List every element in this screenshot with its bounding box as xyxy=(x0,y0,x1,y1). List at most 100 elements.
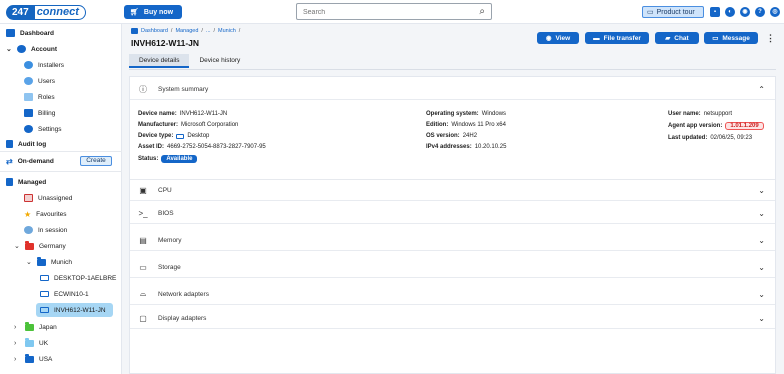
manufacturer-label: Manufacturer: xyxy=(138,122,179,128)
os-version-label: OS version: xyxy=(426,133,460,139)
section-storage[interactable]: ▭ Storage ⌄ xyxy=(130,257,775,278)
user-name-row: User name: netsupport xyxy=(668,111,732,117)
buy-now-button[interactable]: 🛒︎ Buy now xyxy=(124,5,182,19)
section-display-adapters[interactable]: ▢ Display adapters ⌄ xyxy=(130,308,775,329)
sidebar-item-device[interactable]: DESKTOP-1AELBRE xyxy=(40,271,116,285)
chevron-right-icon: › xyxy=(14,339,17,347)
sidebar-item-audit-log[interactable]: Audit log xyxy=(6,137,46,151)
sidebar-item-label: Audit log xyxy=(18,140,47,148)
eye-icon: ◉ xyxy=(545,35,552,42)
chat-icon[interactable]: ▪ xyxy=(710,7,720,17)
search-input[interactable] xyxy=(303,6,463,18)
view-button[interactable]: ◉ View xyxy=(537,32,579,44)
tab-device-history[interactable]: Device history xyxy=(189,54,250,68)
section-memory[interactable]: ▤ Memory ⌄ xyxy=(130,230,775,251)
sidebar-item-users[interactable]: Users xyxy=(24,74,55,88)
tab-bar: Device details Device history xyxy=(129,54,250,68)
sidebar-item-in-session[interactable]: In session xyxy=(24,223,67,237)
memory-icon: ▤ xyxy=(139,235,147,245)
folder-icon xyxy=(25,337,34,347)
tab-device-details[interactable]: Device details xyxy=(129,54,190,68)
manufacturer-row: Manufacturer: Microsoft Corporation xyxy=(138,122,238,128)
sidebar-item-label: Installers xyxy=(38,61,65,69)
top-bar: 247 connect 🛒︎ Buy now ⌕ ▭ Product tour … xyxy=(0,0,784,24)
user-menu-icon[interactable]: ◎ xyxy=(770,7,780,17)
logo[interactable]: 247 connect xyxy=(6,4,86,20)
product-tour-button[interactable]: ▭ Product tour xyxy=(642,6,704,18)
sidebar-item-label: Roles xyxy=(38,93,55,101)
chevron-down-icon: ⌄ xyxy=(758,313,765,323)
more-options-icon[interactable]: ⋮ xyxy=(766,33,775,44)
chat-label: Chat xyxy=(674,34,689,42)
theme-icon[interactable]: ◐ xyxy=(725,7,735,17)
page-title: INVH612-W11-JN xyxy=(131,38,200,48)
create-button[interactable]: Create xyxy=(80,156,112,166)
ipv4-row: IPv4 addresses: 10.20.10.25 xyxy=(426,144,506,150)
sidebar-item-usa[interactable]: › USA xyxy=(14,352,52,366)
sidebar-item-germany[interactable]: ⌄ Germany xyxy=(14,239,66,253)
section-bios[interactable]: >_ BIOS ⌄ xyxy=(130,203,775,224)
section-cpu[interactable]: ▣ CPU ⌄ xyxy=(130,180,775,201)
sidebar-item-device[interactable]: ECWIN10-1 xyxy=(40,287,89,301)
sidebar-item-installers[interactable]: Installers xyxy=(24,58,64,72)
settings-icon[interactable]: ◉ xyxy=(740,7,750,17)
dashboard-icon xyxy=(131,28,138,34)
section-title: Memory xyxy=(158,236,182,244)
os-version-value: 24H2 xyxy=(462,133,478,139)
sidebar: Dashboard ⌄ Account Installers Users Rol… xyxy=(0,24,122,374)
chevron-down-icon: ⌄ xyxy=(758,208,765,218)
section-network-adapters[interactable]: ⌓ Network adapters ⌄ xyxy=(130,284,775,305)
sidebar-item-roles[interactable]: Roles xyxy=(24,90,55,104)
search-icon[interactable]: ⌕ xyxy=(479,6,485,17)
sidebar-item-settings[interactable]: Settings xyxy=(24,122,62,136)
device-type-row: Device type: Desktop xyxy=(138,133,209,139)
star-icon: ★ xyxy=(24,209,32,219)
sidebar-item-munich[interactable]: ⌄ Munich xyxy=(26,255,72,269)
message-button[interactable]: ▭ Message xyxy=(704,32,758,44)
sidebar-item-managed[interactable]: Managed xyxy=(6,175,46,189)
breadcrumb-item[interactable]: Munich xyxy=(218,28,236,34)
sidebar-item-dashboard[interactable]: Dashboard xyxy=(6,26,54,40)
sidebar-item-account[interactable]: ⌄ Account xyxy=(6,42,57,56)
sidebar-item-uk[interactable]: › UK xyxy=(14,336,48,350)
chat-button[interactable]: ▰ Chat xyxy=(655,32,699,44)
sidebar-item-on-demand[interactable]: ⇄ On-demand xyxy=(6,154,54,168)
device-type-value: Desktop xyxy=(187,133,210,139)
sidebar-item-favourites[interactable]: ★ Favourites xyxy=(24,207,67,221)
sidebar-item-unassigned[interactable]: Unassigned xyxy=(24,191,72,205)
chevron-right-icon: › xyxy=(14,323,17,331)
sidebar-item-label: Managed xyxy=(18,178,47,186)
sidebar-item-label: DESKTOP-1AELBRE xyxy=(54,274,117,282)
tour-icon: ▭ xyxy=(647,9,654,16)
agent-version-row: Agent app version: 1.01.1.209 xyxy=(668,122,764,130)
unassigned-icon xyxy=(24,194,33,202)
cpu-icon: ▣ xyxy=(139,185,147,195)
last-updated-row: Last updated: 02/06/25, 09:23 xyxy=(668,135,752,141)
file-transfer-button[interactable]: ▬ File transfer xyxy=(585,32,649,44)
breadcrumb-item[interactable]: Dashboard xyxy=(141,28,168,34)
cart-icon: 🛒︎ xyxy=(130,9,139,16)
roles-icon xyxy=(24,93,33,101)
agent-version-badge: 1.01.1.209 xyxy=(725,122,764,130)
divider xyxy=(0,151,122,152)
installers-icon xyxy=(24,61,33,69)
status-badge: Available xyxy=(161,155,198,163)
network-icon: ⌓ xyxy=(139,289,147,298)
help-icon[interactable]: ? xyxy=(755,7,765,17)
main-content: Dashboard / Managed / ... / Munich / INVH612… xyxy=(123,24,784,374)
section-title: Display adapters xyxy=(158,314,207,322)
sidebar-item-label: Users xyxy=(38,77,55,85)
sidebar-item-billing[interactable]: Billing xyxy=(24,106,55,120)
breadcrumb-item[interactable]: Managed xyxy=(175,28,198,34)
details-panel: ⓘ System summary ⌃ Device name: INVH612-… xyxy=(129,76,776,374)
search-box[interactable]: ⌕ xyxy=(296,3,492,20)
sidebar-item-device-selected[interactable]: INVH612-W11-JN xyxy=(36,303,113,317)
ipv4-value: 10.20.10.25 xyxy=(474,144,507,150)
sidebar-item-label: Japan xyxy=(39,323,57,331)
chevron-down-icon: ⌄ xyxy=(14,243,20,250)
sidebar-item-japan[interactable]: › Japan xyxy=(14,320,57,334)
chevron-down-icon: ⌄ xyxy=(26,259,32,266)
logo-word: connect xyxy=(34,4,86,20)
breadcrumb-item[interactable]: ... xyxy=(206,28,211,34)
section-system-summary[interactable]: ⓘ System summary ⌃ xyxy=(130,79,775,100)
